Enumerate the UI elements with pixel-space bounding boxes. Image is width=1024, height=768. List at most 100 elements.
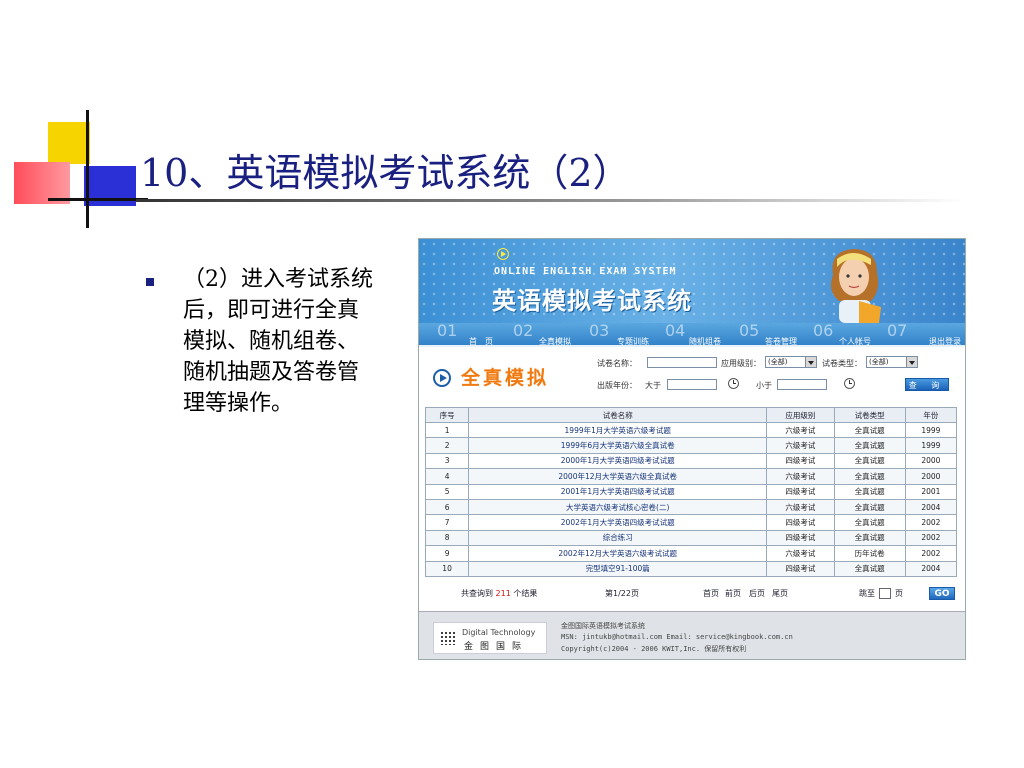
nav-number: 05 bbox=[739, 321, 760, 340]
company-logo: Digital Technology 金图国际 bbox=[433, 622, 547, 654]
go-button[interactable]: GO bbox=[929, 587, 955, 600]
nav-topic-training[interactable]: 03 专题训练 bbox=[577, 321, 653, 347]
decor-vertical-line bbox=[86, 110, 89, 228]
table-row: 1 1999年1月大学英语六级考试题 六级考试 全真试题 1999 bbox=[424, 421, 958, 439]
type-select-value: (全部) bbox=[869, 358, 889, 366]
play-circle-icon bbox=[497, 248, 509, 260]
type-select[interactable]: (全部) bbox=[866, 356, 918, 368]
paper-name-link[interactable]: 2001年1月大学英语四级考试试题 bbox=[468, 483, 768, 500]
row-level: 四级考试 bbox=[766, 483, 835, 500]
clock-icon[interactable] bbox=[844, 378, 855, 389]
table-row: 3 2000年1月大学英语四级考试试题 四级考试 全真试题 2000 bbox=[424, 452, 958, 470]
logo-english: Digital Technology bbox=[462, 628, 536, 637]
nav-number: 06 bbox=[813, 321, 834, 340]
footer-system-name: 金图国际英语模拟考试系统 bbox=[561, 622, 645, 630]
row-number: 7 bbox=[424, 514, 470, 531]
row-number: 3 bbox=[424, 452, 470, 470]
row-year: 2002 bbox=[904, 529, 958, 547]
paper-name-link[interactable]: 综合练习 bbox=[468, 529, 768, 547]
table-row: 4 2000年12月大学英语六级全真试卷 六级考试 全真试题 2000 bbox=[424, 468, 958, 485]
last-page-link[interactable]: 尾页 bbox=[772, 588, 788, 599]
row-level: 六级考试 bbox=[766, 421, 835, 439]
nav-number: 04 bbox=[665, 321, 686, 340]
row-number: 2 bbox=[424, 437, 470, 454]
nav-number: 07 bbox=[887, 321, 908, 340]
table-row: 6 大学英语六级考试核心密卷(二) 六级考试 全真试题 2004 bbox=[424, 498, 958, 516]
paper-table: 序号 试卷名称 应用级别 试卷类型 年份 1 1999年1月大学英语六级考试题 六级… bbox=[424, 407, 958, 577]
row-year: 2000 bbox=[904, 468, 958, 485]
paper-name-link[interactable]: 2002年12月大学英语六级考试试题 bbox=[468, 545, 768, 562]
nav-logout[interactable]: 07 退出登录 bbox=[885, 321, 963, 347]
decor-horizontal-line bbox=[48, 198, 148, 201]
chevron-down-icon bbox=[906, 357, 917, 367]
row-level: 六级考试 bbox=[766, 437, 835, 454]
row-level: 六级考试 bbox=[766, 468, 835, 485]
app-banner: ONLINE ENGLISH EXAM SYSTEM 英语模拟考试系统 bbox=[419, 239, 965, 323]
table-row: 10 完型填空91-100篇 四级考试 全真试题 2004 bbox=[424, 560, 958, 577]
row-level: 四级考试 bbox=[766, 529, 835, 547]
next-page-link[interactable]: 后页 bbox=[749, 588, 765, 599]
app-screenshot: ONLINE ENGLISH EXAM SYSTEM 英语模拟考试系统 01 首… bbox=[418, 238, 966, 660]
footer-contact: MSN: jintukb@hotmail.com Email: service@… bbox=[561, 633, 793, 641]
title-underline bbox=[136, 199, 966, 202]
table-row: 2 1999年6月大学英语六级全真试卷 六级考试 全真试题 1999 bbox=[424, 437, 958, 454]
app-footer: Digital Technology 金图国际 金图国际英语模拟考试系统 MSN… bbox=[419, 611, 965, 659]
level-select-value: (全部) bbox=[768, 358, 788, 366]
row-year: 2001 bbox=[904, 483, 958, 500]
row-level: 六级考试 bbox=[766, 498, 835, 516]
clock-icon[interactable] bbox=[728, 378, 739, 389]
row-year: 2004 bbox=[904, 498, 958, 516]
paper-name-link[interactable]: 2000年12月大学英语六级全真试卷 bbox=[468, 468, 768, 485]
row-type: 全真试题 bbox=[833, 452, 906, 470]
less-than-label: 小于 bbox=[756, 381, 772, 390]
play-circle-icon bbox=[433, 369, 451, 387]
nav-random-paper[interactable]: 04 随机组卷 bbox=[655, 321, 731, 347]
row-type: 历年试卷 bbox=[833, 545, 906, 562]
greater-than-label: 大于 bbox=[645, 381, 661, 390]
row-level: 四级考试 bbox=[766, 514, 835, 531]
banner-english-title: ONLINE ENGLISH EXAM SYSTEM bbox=[494, 266, 677, 277]
row-number: 5 bbox=[424, 483, 470, 500]
year-to-input[interactable] bbox=[777, 379, 827, 390]
paper-name-link[interactable]: 1999年1月大学英语六级考试题 bbox=[468, 421, 768, 439]
chevron-down-icon bbox=[805, 357, 816, 367]
column-header: 序号 bbox=[424, 407, 470, 423]
paper-name-link[interactable]: 1999年6月大学英语六级全真试卷 bbox=[468, 437, 768, 454]
table-header-row: 序号 试卷名称 应用级别 试卷类型 年份 bbox=[424, 407, 958, 423]
level-select[interactable]: (全部) bbox=[765, 356, 817, 368]
table-row: 8 综合练习 四级考试 全真试题 2002 bbox=[424, 529, 958, 547]
page-info: 第1/22页 bbox=[605, 589, 639, 598]
row-year: 2002 bbox=[904, 514, 958, 531]
year-from-input[interactable] bbox=[667, 379, 717, 390]
row-year: 2004 bbox=[904, 560, 958, 577]
bullet-square-icon bbox=[146, 278, 154, 286]
result-count: 共查询到 211 个结果 bbox=[461, 588, 537, 599]
query-button[interactable]: 查 询 bbox=[905, 378, 949, 391]
jump-page-input[interactable] bbox=[879, 588, 891, 599]
nav-simulation[interactable]: 02 全真模拟 bbox=[499, 321, 575, 347]
student-girl-illustration bbox=[831, 249, 881, 323]
banner-chinese-title: 英语模拟考试系统 bbox=[492, 287, 692, 315]
nav-account[interactable]: 06 个人帐号 bbox=[811, 321, 887, 347]
paper-name-input[interactable] bbox=[647, 357, 717, 368]
nav-home[interactable]: 01 首 页 bbox=[423, 321, 497, 347]
row-level: 四级考试 bbox=[766, 452, 835, 470]
first-page-link[interactable]: 首页 bbox=[703, 588, 719, 599]
logo-dots-icon bbox=[440, 631, 456, 645]
paper-name-link[interactable]: 大学英语六级考试核心密卷(二) bbox=[468, 498, 768, 516]
column-header: 年份 bbox=[904, 407, 958, 423]
nav-answer-management[interactable]: 05 答卷管理 bbox=[733, 321, 809, 347]
section-title: 全真模拟 bbox=[461, 367, 550, 389]
paper-name-link[interactable]: 2000年1月大学英语四级考试试题 bbox=[468, 452, 768, 470]
paper-name-link[interactable]: 2002年1月大学英语四级考试试题 bbox=[468, 514, 768, 531]
row-type: 全真试题 bbox=[833, 560, 906, 577]
column-header: 试卷名称 bbox=[468, 407, 768, 423]
table-row: 7 2002年1月大学英语四级考试试题 四级考试 全真试题 2002 bbox=[424, 514, 958, 531]
page-unit-label: 页 bbox=[895, 589, 903, 598]
nav-divider bbox=[419, 345, 965, 347]
jump-label: 跳至 bbox=[859, 589, 875, 598]
row-type: 全真试题 bbox=[833, 421, 906, 439]
paper-name-link[interactable]: 完型填空91-100篇 bbox=[468, 560, 768, 577]
row-number: 1 bbox=[424, 421, 470, 439]
prev-page-link[interactable]: 前页 bbox=[725, 588, 741, 599]
